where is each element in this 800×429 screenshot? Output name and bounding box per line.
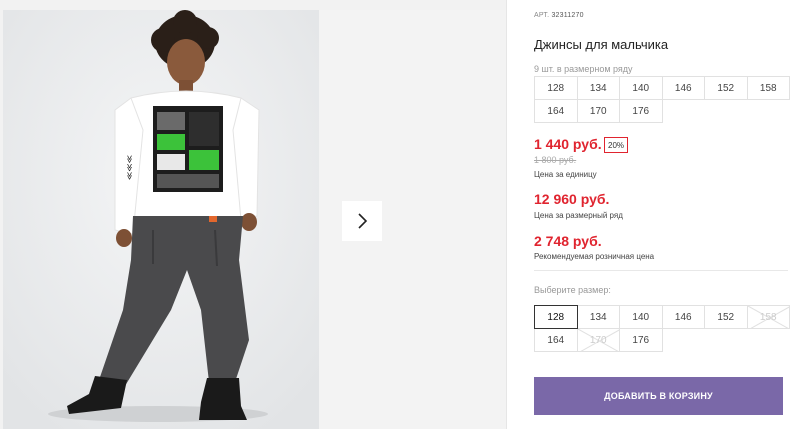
size-option-140[interactable]: 140 xyxy=(619,305,663,329)
size-option-134[interactable]: 134 xyxy=(576,305,620,329)
product-photo[interactable]: ≫≫≫ xyxy=(3,10,319,429)
unit-price-label: Цена за единицу xyxy=(534,170,597,179)
next-image-button[interactable] xyxy=(342,201,382,241)
series-size-cell: 128 xyxy=(534,76,578,100)
add-to-cart-button[interactable]: ДОБАВИТЬ В КОРЗИНУ xyxy=(534,377,783,415)
retail-price-label: Рекомендуемая розничная цена xyxy=(534,252,655,261)
article-value: 32311270 xyxy=(551,12,584,19)
retail-price: 2 748 руб. xyxy=(534,233,602,249)
series-size-cell: 158 xyxy=(746,76,790,100)
series-size-cell: 140 xyxy=(619,76,663,100)
discount-badge: 20% xyxy=(604,137,629,153)
series-size-cell: 170 xyxy=(576,99,620,123)
product-title: Джинсы для мальчика xyxy=(534,37,669,52)
series-size-cell: 152 xyxy=(704,76,748,100)
series-size-cell: 164 xyxy=(534,99,578,123)
size-option-label: 158 xyxy=(759,311,777,323)
section-divider xyxy=(534,270,788,271)
size-option-label: 170 xyxy=(589,334,607,346)
series-price: 12 960 руб. xyxy=(534,191,610,207)
product-gallery: ≫≫≫ xyxy=(0,0,506,429)
size-series-note: 9 шт. в размерном ряду xyxy=(534,64,633,74)
article-number: АРТ. 32311270 xyxy=(534,12,584,19)
svg-text:≫≫≫: ≫≫≫ xyxy=(125,155,134,180)
size-option-152[interactable]: 152 xyxy=(704,305,748,329)
unit-price: 1 440 руб. xyxy=(534,136,602,152)
series-size-cell: 134 xyxy=(576,76,620,100)
panel-divider xyxy=(506,0,507,429)
size-option-164[interactable]: 164 xyxy=(534,328,578,352)
series-size-cell: 146 xyxy=(661,76,705,100)
article-label: АРТ. xyxy=(534,12,550,19)
size-option-128[interactable]: 128 xyxy=(534,305,578,329)
chevron-right-icon xyxy=(358,213,368,229)
size-option-146[interactable]: 146 xyxy=(661,305,705,329)
series-price-label: Цена за размерный ряд xyxy=(534,211,623,220)
boy-photo-illustration: ≫≫≫ xyxy=(3,10,319,429)
size-series-grid: 128 134 140 146 152 158 164 170 176 xyxy=(534,76,790,123)
size-option-158: 158 xyxy=(746,305,790,329)
size-option-176[interactable]: 176 xyxy=(619,328,663,352)
series-size-cell: 176 xyxy=(619,99,663,123)
old-price: 1 800 руб. xyxy=(534,155,577,165)
size-picker: 128 134 140 146 152 158 164 170 176 xyxy=(534,305,790,352)
choose-size-label: Выберите размер: xyxy=(534,285,611,295)
size-option-170: 170 xyxy=(576,328,620,352)
